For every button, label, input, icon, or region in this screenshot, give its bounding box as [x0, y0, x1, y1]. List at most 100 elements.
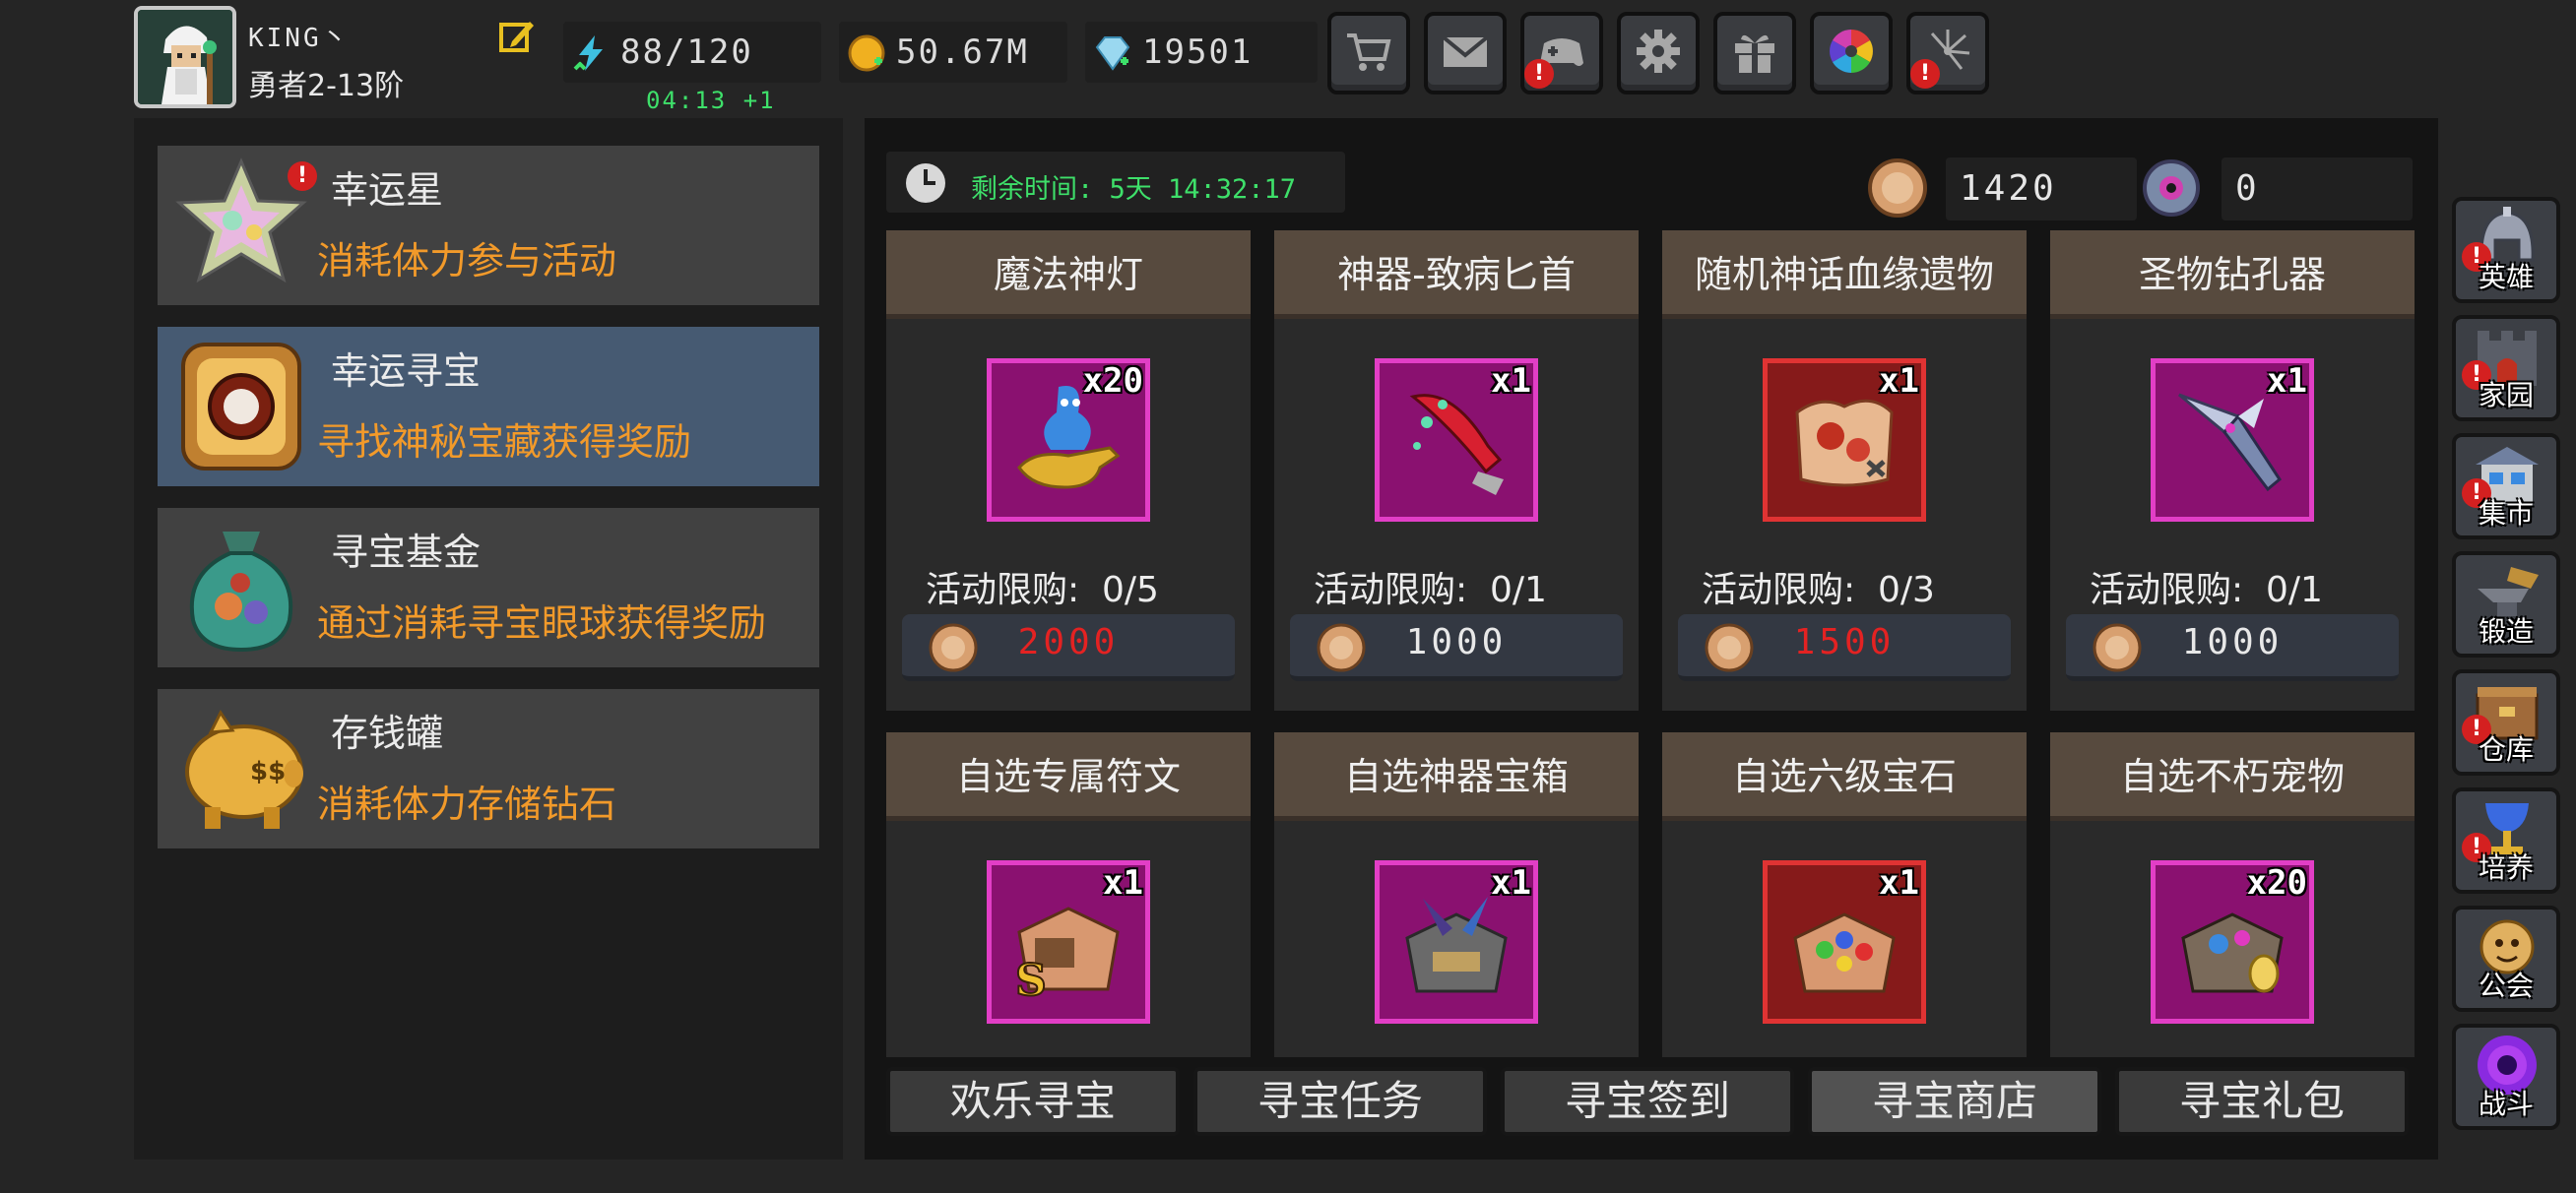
nav-label: 仓库: [2478, 733, 2534, 766]
item-price: 1000: [2181, 622, 2284, 662]
event-desc: 消耗体力参与活动: [317, 239, 617, 283]
item-quantity: x1: [1103, 863, 1143, 903]
tab-happy-treasure[interactable]: 欢乐寻宝: [886, 1067, 1180, 1136]
event-card-lucky-treasure[interactable]: 幸运寻宝 寻找神秘宝藏获得奖励: [158, 327, 819, 486]
item-quantity: x20: [2246, 863, 2307, 903]
nav-label: 战斗: [2478, 1088, 2534, 1120]
diamond-value: 19501: [1142, 32, 1254, 72]
gift-button[interactable]: [1713, 12, 1796, 94]
gamepad-button[interactable]: !: [1520, 12, 1603, 94]
mail-icon: [1442, 35, 1489, 67]
item-icon-frame: x1: [2151, 358, 2314, 522]
buy-button[interactable]: 2000: [902, 614, 1235, 681]
shop-item-gem-chest[interactable]: 自选六级宝石 x1: [1662, 732, 2027, 1057]
edit-name-button[interactable]: [498, 18, 536, 55]
svg-text:S: S: [1015, 956, 1047, 1005]
item-icon-frame: x1: [1375, 860, 1538, 1024]
item-price: 1500: [1793, 622, 1896, 662]
player-avatar[interactable]: [134, 6, 236, 108]
nav-label: 培养: [2478, 851, 2534, 884]
item-quantity: x1: [2267, 361, 2307, 401]
purchase-limit: 活动限购: 0/5: [926, 570, 1159, 610]
alert-badge: !: [1524, 59, 1554, 89]
gold-value: 50.67M: [896, 32, 1029, 72]
tab-treasure-tasks[interactable]: 寻宝任务: [1193, 1067, 1487, 1136]
shop-item-dagger[interactable]: 神器-致病匕首 x1 活动限购: 0/1 1000: [1274, 230, 1639, 711]
nav-battle[interactable]: 战斗: [2452, 1024, 2560, 1130]
item-icon-frame: x20: [987, 358, 1150, 522]
treasure-coin-icon: [1868, 158, 1927, 218]
item-name: 魔法神灯: [886, 230, 1251, 319]
event-title: 寻宝基金: [331, 531, 482, 574]
nav-label: 锻造: [2478, 615, 2534, 648]
lightning-icon: [573, 35, 603, 71]
event-card-piggy-bank[interactable]: $$ 存钱罐 消耗体力存储钻石: [158, 689, 819, 848]
shop-item-magic-lamp[interactable]: 魔法神灯 x20 活动限购: 0/5 2000: [886, 230, 1251, 711]
event-card-treasure-fund[interactable]: 寻宝基金 通过消耗寻宝眼球获得奖励: [158, 508, 819, 667]
wizard-avatar-icon: [138, 10, 232, 104]
gold-display: 50.67M: [839, 22, 1067, 83]
gift-icon: [1735, 34, 1774, 73]
piggy-bank-icon: $$: [185, 710, 303, 829]
stamina-value: 88/120: [620, 32, 753, 72]
player-name: KING丶: [248, 24, 351, 53]
shop-item-mythic-relic[interactable]: 随机神话血缘遗物 x1 活动限购: 0/3 1500: [1662, 230, 2027, 711]
nav-heroes[interactable]: ! 英雄: [2452, 197, 2560, 303]
tab-treasure-checkin[interactable]: 寻宝签到: [1501, 1067, 1794, 1136]
nav-home[interactable]: ! 家园: [2452, 315, 2560, 421]
settings-button[interactable]: [1617, 12, 1700, 94]
alert-badge: !: [288, 161, 317, 191]
item-icon-frame: x1: [1763, 860, 1926, 1024]
svg-text:$$: $$: [250, 757, 286, 786]
item-icon-frame: S x1: [987, 860, 1150, 1024]
diamond-icon: [1095, 36, 1130, 71]
item-quantity: x1: [1879, 863, 1919, 903]
buy-button[interactable]: 1000: [1290, 614, 1623, 681]
edit-icon: [499, 22, 534, 52]
event-timer: 剩余时间: 5天 14:32:17: [886, 152, 1345, 213]
event-desc: 消耗体力存储钻石: [317, 783, 617, 826]
buy-button[interactable]: 1000: [2066, 614, 2399, 681]
nav-market[interactable]: ! 集市: [2452, 433, 2560, 539]
event-title: 存钱罐: [331, 712, 444, 755]
player-rank: 勇者2-13阶: [248, 69, 405, 103]
clock-icon: [906, 163, 945, 203]
event-title: 幸运星: [331, 168, 444, 212]
nav-guild[interactable]: 公会: [2452, 906, 2560, 1012]
shop-item-rune-chest[interactable]: 自选专属符文 S x1: [886, 732, 1251, 1057]
item-name: 自选不朽宠物: [2050, 732, 2415, 821]
item-icon-frame: x1: [1763, 358, 1926, 522]
stamina-regen-timer: 04:13 +1: [646, 87, 776, 114]
shop-cart-button[interactable]: [1327, 12, 1410, 94]
buy-button[interactable]: 1500: [1678, 614, 2011, 681]
purchase-limit: 活动限购: 0/1: [2090, 570, 2323, 610]
eye-orb-count: 0: [2222, 157, 2413, 220]
gear-icon: [1637, 30, 1680, 73]
nav-forge[interactable]: 锻造: [2452, 551, 2560, 658]
item-price: 1000: [1405, 622, 1508, 662]
shop-item-relic-drill[interactable]: 圣物钻孔器 x1 活动限购: 0/1 1000: [2050, 230, 2415, 711]
item-icon-frame: x1: [1375, 358, 1538, 522]
color-wheel-button[interactable]: [1810, 12, 1893, 94]
shop-item-pet-chest[interactable]: 自选不朽宠物 x20: [2050, 732, 2415, 1057]
stamina-display: 88/120: [563, 22, 821, 83]
item-quantity: x1: [1491, 863, 1531, 903]
item-icon-frame: x20: [2151, 860, 2314, 1024]
nav-training[interactable]: ! 培养: [2452, 787, 2560, 894]
tab-treasure-shop[interactable]: 寻宝商店: [1808, 1067, 2101, 1136]
treasure-compass-icon: [181, 343, 301, 471]
item-quantity: x1: [1879, 361, 1919, 401]
shop-item-artifact-chest[interactable]: 自选神器宝箱 x1: [1274, 732, 1639, 1057]
nav-label: 家园: [2478, 379, 2534, 411]
item-name: 自选神器宝箱: [1274, 732, 1639, 821]
event-title: 幸运寻宝: [331, 349, 482, 393]
event-card-lucky-star[interactable]: ! 幸运星 消耗体力参与活动: [158, 146, 819, 305]
nav-warehouse[interactable]: ! 仓库: [2452, 669, 2560, 776]
fireworks-button[interactable]: !: [1906, 12, 1989, 94]
diamond-display: 19501: [1085, 22, 1318, 83]
item-name: 自选专属符文: [886, 732, 1251, 821]
mail-button[interactable]: [1424, 12, 1507, 94]
item-quantity: x1: [1491, 361, 1531, 401]
tab-treasure-pack[interactable]: 寻宝礼包: [2115, 1067, 2409, 1136]
eye-orb-icon: [2143, 159, 2200, 217]
